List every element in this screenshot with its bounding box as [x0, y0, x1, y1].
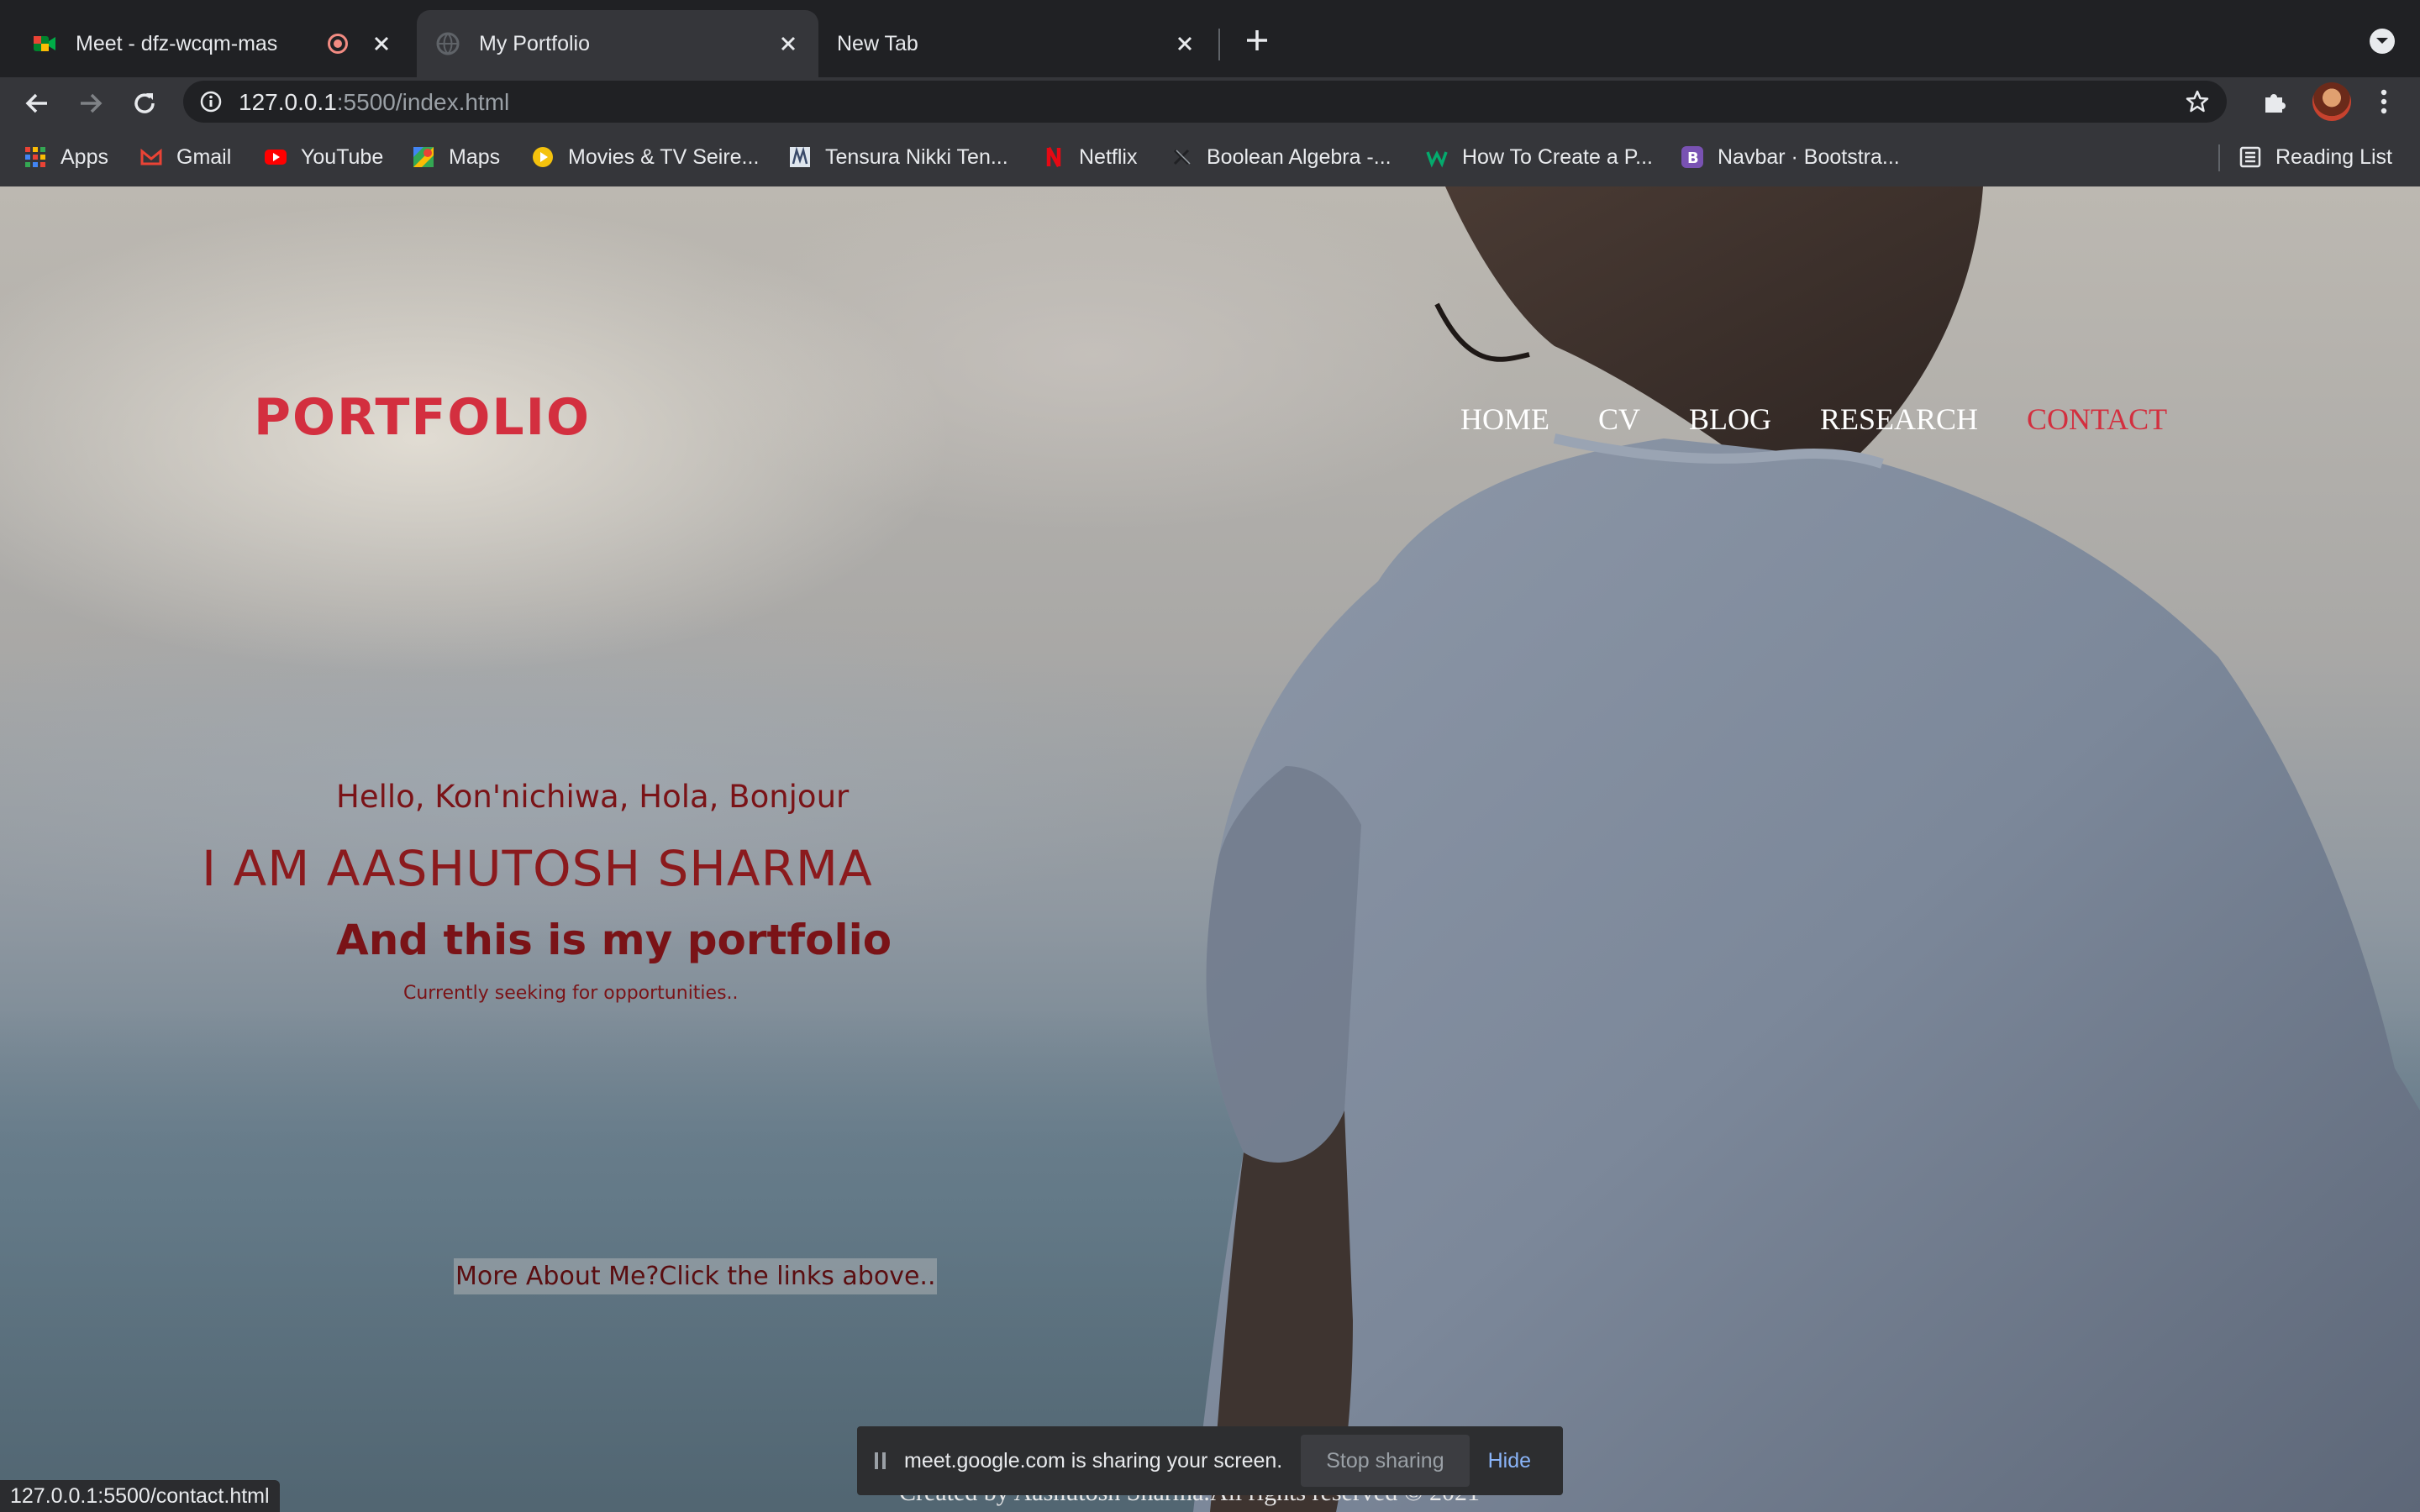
- close-icon[interactable]: [1171, 30, 1198, 57]
- bookmark-label: Navbar · Bootstra...: [1718, 144, 1900, 169]
- boolean-icon: [1173, 149, 1191, 165]
- sharing-message: meet.google.com is sharing your screen.: [904, 1448, 1283, 1473]
- reload-icon[interactable]: [128, 87, 161, 120]
- bootstrap-icon: B: [1681, 146, 1703, 168]
- seeking-text: Currently seeking for opportunities..: [403, 983, 739, 1004]
- profile-avatar[interactable]: [2312, 82, 2351, 121]
- extensions-puzzle-icon[interactable]: [2260, 87, 2289, 116]
- svg-text:B: B: [1687, 150, 1699, 167]
- reading-list[interactable]: Reading List: [2238, 139, 2392, 175]
- url-path: :5500/index.html: [336, 89, 510, 115]
- more-options-icon[interactable]: [2371, 87, 2396, 116]
- recording-icon: [328, 34, 348, 54]
- bookmarks-separator: [2218, 144, 2220, 171]
- bookmark-star-icon[interactable]: [2185, 89, 2210, 114]
- portfolio-page: PORTFOLIO HOME CV BLOG RESEARCH CONTACT …: [0, 186, 2420, 1512]
- youtube-icon: [265, 150, 287, 165]
- tab-my-portfolio[interactable]: My Portfolio: [417, 10, 818, 77]
- link-status-bar: 127.0.0.1:5500/contact.html: [0, 1480, 280, 1512]
- netflix-icon: [1046, 146, 1061, 168]
- bookmark-label: Tensura Nikki Ten...: [825, 144, 1008, 169]
- url-text: 127.0.0.1:5500/index.html: [239, 89, 509, 116]
- bookmark-label: Apps: [60, 144, 108, 169]
- bookmark-label: How To Create a P...: [1462, 144, 1653, 169]
- back-arrow-icon[interactable]: [20, 87, 54, 120]
- new-tab-plus-icon[interactable]: [1242, 25, 1272, 55]
- nav-blog[interactable]: BLOG: [1689, 402, 1771, 437]
- tab-strip: Meet - dfz-wcqm-mas My Portfolio New Tab: [0, 0, 2420, 77]
- hero-name-heading: I AM AASHUTOSH SHARMA: [202, 840, 873, 897]
- bookmark-label: Movies & TV Seire...: [568, 144, 760, 169]
- bookmark-navbar-bootstrap[interactable]: B Navbar · Bootstra...: [1681, 139, 1900, 175]
- maps-icon: [413, 147, 434, 167]
- globe-icon: [436, 32, 460, 55]
- address-bar[interactable]: 127.0.0.1:5500/index.html: [183, 81, 2227, 123]
- bookmarks-bar: Apps Gmail YouTube Maps Movies & TV Seir…: [0, 139, 2420, 175]
- nav-cv[interactable]: CV: [1598, 402, 1640, 437]
- tab-title: My Portfolio: [479, 31, 590, 55]
- manga-icon: [790, 146, 810, 167]
- bookmark-label: Boolean Algebra -...: [1207, 144, 1392, 169]
- hide-button[interactable]: Hide: [1488, 1449, 1531, 1473]
- bookmark-apps[interactable]: Apps: [24, 139, 108, 175]
- bookmark-label: Netflix: [1079, 144, 1138, 169]
- bookmark-movies[interactable]: Movies & TV Seire...: [531, 139, 759, 175]
- google-meet-icon: [34, 36, 55, 51]
- tab-title: Meet - dfz-wcqm-mas: [76, 31, 278, 55]
- url-host: 127.0.0.1: [239, 89, 337, 115]
- tab-new-tab[interactable]: New Tab: [823, 10, 1215, 77]
- bookmark-label: Maps: [449, 144, 501, 169]
- stop-sharing-button[interactable]: Stop sharing: [1301, 1435, 1470, 1487]
- apps-grid-icon: [25, 147, 45, 167]
- pause-icon: [875, 1452, 886, 1469]
- nav-research[interactable]: RESEARCH: [1820, 402, 1978, 437]
- reading-list-label: Reading List: [2275, 144, 2392, 169]
- bookmark-maps[interactable]: Maps: [412, 139, 500, 175]
- hero-background-person: [1193, 186, 2420, 1512]
- bookmark-label: YouTube: [301, 144, 384, 169]
- bookmark-boolean[interactable]: Boolean Algebra -...: [1170, 139, 1392, 175]
- bookmark-youtube[interactable]: YouTube: [264, 139, 383, 175]
- site-info-icon[interactable]: [200, 91, 222, 113]
- reading-list-icon: [2239, 146, 2261, 168]
- close-icon[interactable]: [368, 30, 395, 57]
- more-about-me-text: More About Me?Click the links above..: [454, 1258, 938, 1294]
- bookmark-gmail[interactable]: Gmail: [139, 139, 231, 175]
- site-logo[interactable]: PORTFOLIO: [254, 388, 591, 447]
- tab-meet[interactable]: Meet - dfz-wcqm-mas: [0, 10, 412, 77]
- movies-icon: [533, 147, 553, 167]
- tab-separator: [1218, 29, 1220, 60]
- forward-arrow-icon[interactable]: [74, 87, 108, 120]
- screen-share-banner: meet.google.com is sharing your screen. …: [857, 1426, 1563, 1495]
- greeting-text: Hello, Kon'nichiwa, Hola, Bonjour: [336, 779, 850, 815]
- gmail-icon: [140, 148, 162, 165]
- nav-contact[interactable]: CONTACT: [2027, 402, 2167, 437]
- bookmark-tensura[interactable]: Tensura Nikki Ten...: [788, 139, 1008, 175]
- tab-search-chevron-icon[interactable]: [2370, 29, 2395, 54]
- hero-subtitle: And this is my portfolio: [336, 916, 892, 964]
- w3-icon: [1426, 150, 1448, 168]
- bookmark-label: Gmail: [176, 144, 232, 169]
- bookmark-how-to-create[interactable]: How To Create a P...: [1425, 139, 1653, 175]
- tab-title: New Tab: [837, 31, 918, 55]
- close-icon[interactable]: [775, 30, 802, 57]
- nav-home[interactable]: HOME: [1460, 402, 1549, 437]
- bookmark-netflix[interactable]: Netflix: [1042, 139, 1137, 175]
